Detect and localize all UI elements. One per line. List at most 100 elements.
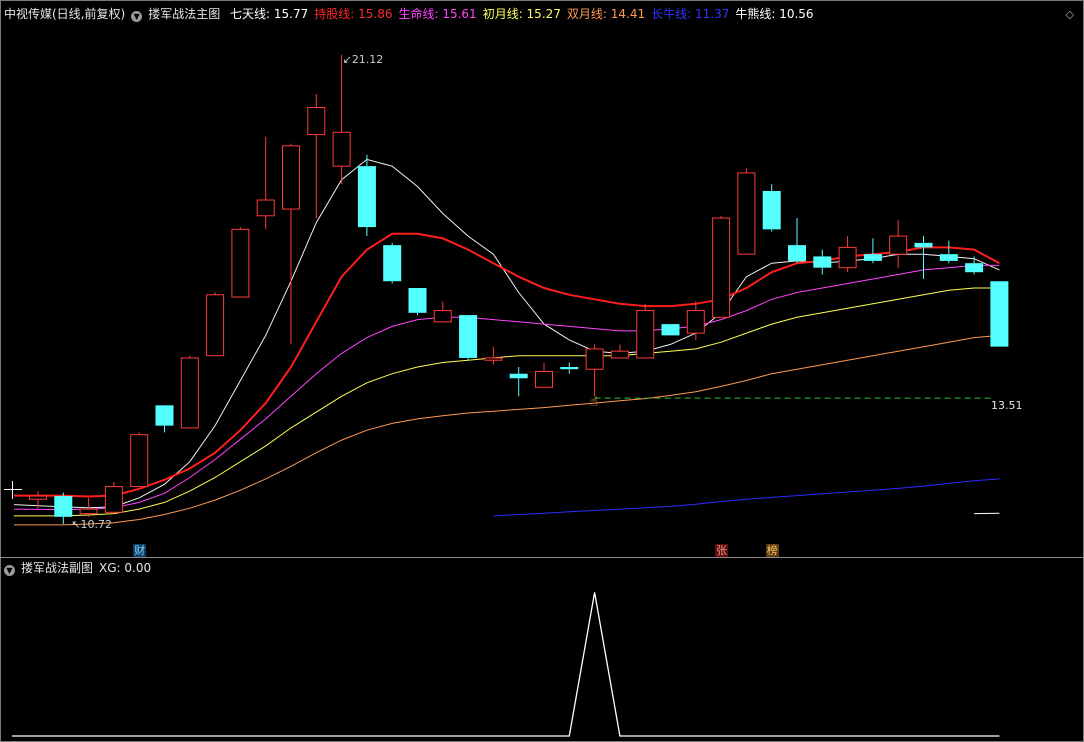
candle — [914, 236, 933, 279]
panel-divider[interactable] — [0, 557, 1084, 558]
candle-body — [712, 217, 731, 318]
main-chart[interactable] — [13, 54, 1009, 526]
candle-body — [939, 254, 958, 261]
line-label: 初月线: 15.27 — [482, 7, 561, 21]
candle-body — [509, 373, 528, 379]
candle-body — [104, 486, 123, 513]
candle-body — [130, 434, 149, 488]
chevron-down-icon[interactable]: ▼ — [4, 565, 15, 576]
candle — [990, 281, 1009, 347]
support-price-label: 13.51 — [991, 399, 1023, 413]
line-label: 生命线: 15.61 — [398, 7, 477, 21]
candle-body — [661, 324, 680, 336]
candle — [433, 301, 452, 323]
candle — [686, 301, 705, 340]
candle — [509, 366, 528, 397]
line-label: 七天线: 15.77 — [230, 7, 309, 21]
candle — [54, 492, 73, 525]
candle — [282, 143, 300, 345]
high-price-label: ↙21.12 — [342, 52, 384, 66]
candle — [762, 184, 781, 232]
candle-body — [737, 172, 756, 255]
candle — [459, 315, 478, 361]
candle — [610, 344, 629, 359]
line-label: 持股线: 15.86 — [314, 7, 393, 21]
candle — [383, 242, 402, 284]
candle — [332, 54, 351, 185]
sub-indicator-name: 搂军战法副图 — [21, 561, 94, 575]
xg-line — [12, 592, 1000, 737]
candle — [256, 136, 275, 230]
candle-body — [54, 496, 73, 517]
line-label: 长牛线: 11.37 — [651, 7, 730, 21]
xg-value: XG: 0.00 — [99, 561, 152, 575]
candle — [838, 236, 857, 273]
candle — [535, 362, 553, 388]
candle-body — [408, 288, 427, 313]
chevron-down-icon[interactable]: ▼ — [131, 11, 143, 22]
list-marker[interactable]: 榜 — [765, 544, 779, 557]
candle-body — [762, 190, 781, 230]
diamond-icon[interactable]: ◇ — [1066, 8, 1074, 21]
candle-body — [863, 254, 882, 261]
main-header: 中视传媒(日线,前复权) ▼ 搂军战法主图 七天线: 15.77 持股线: 15.86… — [4, 5, 826, 23]
candle-body — [256, 199, 275, 217]
candle — [712, 215, 731, 318]
candle — [231, 227, 250, 298]
candle — [130, 432, 149, 488]
candle-body — [560, 366, 579, 370]
candle-body — [231, 228, 250, 298]
candle-body — [484, 357, 503, 361]
candle-body — [990, 281, 1009, 347]
candle-body — [79, 508, 98, 515]
ma-line — [493, 478, 1000, 517]
candle-body — [206, 294, 225, 357]
candle-body — [788, 245, 806, 261]
candle-body — [914, 242, 933, 248]
candle-body — [838, 246, 857, 269]
candle — [636, 303, 655, 359]
candle — [939, 240, 958, 264]
candle-body — [307, 106, 326, 136]
candle-body — [155, 405, 174, 426]
candle — [484, 346, 503, 365]
candle-body — [383, 245, 402, 282]
candle — [889, 220, 908, 268]
candle — [155, 405, 174, 433]
candle-body — [889, 235, 908, 255]
candle-body — [332, 131, 351, 167]
ma-line — [14, 334, 1000, 526]
candle — [788, 218, 806, 264]
candle-body — [636, 310, 655, 359]
finance-marker[interactable]: 财 — [133, 544, 147, 557]
candle-body — [459, 315, 478, 358]
candle-body — [433, 310, 452, 323]
candle-body — [357, 166, 376, 228]
candle — [357, 154, 376, 237]
candle — [180, 355, 199, 429]
candle — [661, 324, 680, 336]
limit-up-marker[interactable]: 张 — [715, 544, 729, 557]
candle-body — [535, 370, 553, 388]
high-price-value: 21.12 — [351, 52, 384, 66]
candle — [206, 292, 225, 357]
candle — [408, 288, 427, 316]
candle-body — [282, 145, 300, 210]
candle-body — [686, 310, 705, 334]
candle-body — [610, 350, 629, 359]
candle — [813, 249, 832, 275]
line-labels: 七天线: 15.77 持股线: 15.86 生命线: 15.61 初月线: 15.27… — [230, 7, 820, 21]
candle — [965, 256, 984, 275]
crosshair-icon — [4, 481, 22, 499]
ma-line — [13, 158, 1000, 509]
sub-chart[interactable] — [12, 592, 1000, 737]
hand-pointer-icon: ☝ — [589, 394, 599, 411]
candle-body — [965, 263, 984, 273]
candle-body — [180, 357, 199, 429]
low-price-value: 10.72 — [80, 518, 113, 532]
main-indicator-name: 搂军战法主图 — [148, 7, 221, 21]
candle — [863, 238, 882, 264]
candle-body — [29, 495, 47, 500]
candle — [737, 168, 756, 255]
sub-header: ▼ 搂军战法副图 XG: 0.00 — [4, 559, 157, 577]
